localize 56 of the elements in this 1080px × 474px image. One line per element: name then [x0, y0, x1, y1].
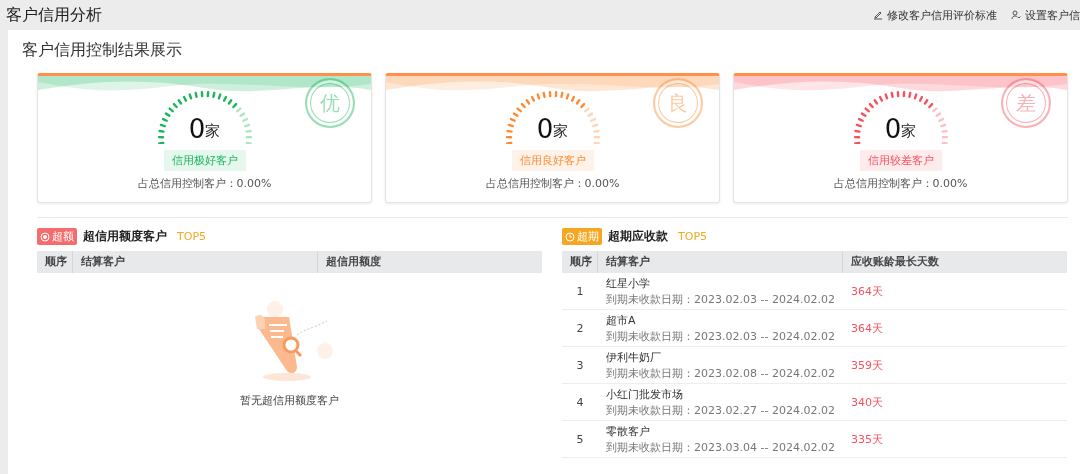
stamp: 优: [305, 78, 355, 128]
overdue-days: 335天: [843, 431, 1067, 447]
count-value: 0: [884, 114, 902, 144]
top-label: TOP5: [177, 230, 206, 243]
credit-level-tag: 信用极好客户: [163, 150, 246, 171]
credit-level-tag: 信用较差客户: [859, 150, 942, 171]
table-cell-text: 1: [575, 284, 585, 298]
share-text: 占总信用控制客户：0.00%: [137, 176, 272, 191]
column-header: 顺序: [37, 251, 73, 273]
column-header: 结算客户: [598, 251, 843, 273]
column-header: 超信用额度: [325, 254, 382, 269]
section-badge: 超额: [37, 228, 77, 245]
due-period: 到期未收款日期：2023.03.04 -- 2024.02.02: [606, 439, 836, 455]
page-title: 客户信用分析: [6, 4, 103, 26]
panel-title: 客户信用控制结果展示: [22, 40, 183, 61]
section-badge: 超期: [562, 228, 602, 245]
header-link[interactable]: 设置客户信: [1011, 7, 1080, 23]
count-value: 0: [536, 114, 554, 144]
column-header: 结算客户: [73, 251, 318, 273]
count-unit: 家: [901, 122, 917, 141]
overdue-days: 364天: [843, 320, 1067, 336]
share-text: 占总信用控制客户：0.00%: [485, 176, 620, 191]
customer-name: 小红门批发市场: [606, 386, 684, 402]
count-unit: 家: [205, 122, 221, 141]
record-icon: [40, 231, 50, 242]
customer-name: 红星小学: [606, 275, 651, 291]
share-text: 占总信用控制客户：0.00%: [833, 176, 968, 191]
due-period: 到期未收款日期：2023.02.27 -- 2024.02.02: [606, 402, 836, 418]
empty-text: 暂无超信用额度客户: [240, 393, 339, 408]
overdue-days: 340天: [843, 394, 1067, 410]
table-cell-text: 2: [575, 321, 585, 335]
header-link[interactable]: 修改客户信用评价标准: [873, 7, 997, 23]
credit-level-tag: 信用良好客户: [511, 150, 594, 171]
due-period: 到期未收款日期：2023.02.03 -- 2024.02.02: [606, 328, 836, 344]
overdue-days: 359天: [843, 357, 1067, 373]
count-value: 0: [188, 114, 206, 144]
due-period: 到期未收款日期：2023.02.08 -- 2024.02.02: [606, 365, 836, 381]
stamp: 良: [653, 78, 703, 128]
customer-name: 零散客户: [606, 423, 651, 439]
clock-icon: [565, 231, 575, 242]
column-header: 应收账龄最长天数: [850, 254, 940, 269]
top-label: TOP5: [678, 230, 707, 243]
edit-icon: [873, 10, 883, 20]
customer-name: 超市A: [606, 312, 637, 328]
table-cell-text: 3: [575, 358, 585, 372]
table-cell-text: 4: [575, 395, 585, 409]
stamp: 差: [1001, 78, 1051, 128]
due-period: 到期未收款日期：2023.02.03 -- 2024.02.02: [606, 291, 836, 307]
table-cell-text: 5: [575, 432, 585, 446]
customer-name: 伊利牛奶厂: [606, 349, 662, 365]
user-icon: [1011, 10, 1021, 20]
section-title: 超期应收款: [608, 228, 668, 245]
section-title: 超信用额度客户: [83, 228, 167, 245]
column-header: 顺序: [562, 251, 598, 273]
count-unit: 家: [553, 122, 569, 141]
overdue-days: 364天: [843, 283, 1067, 299]
